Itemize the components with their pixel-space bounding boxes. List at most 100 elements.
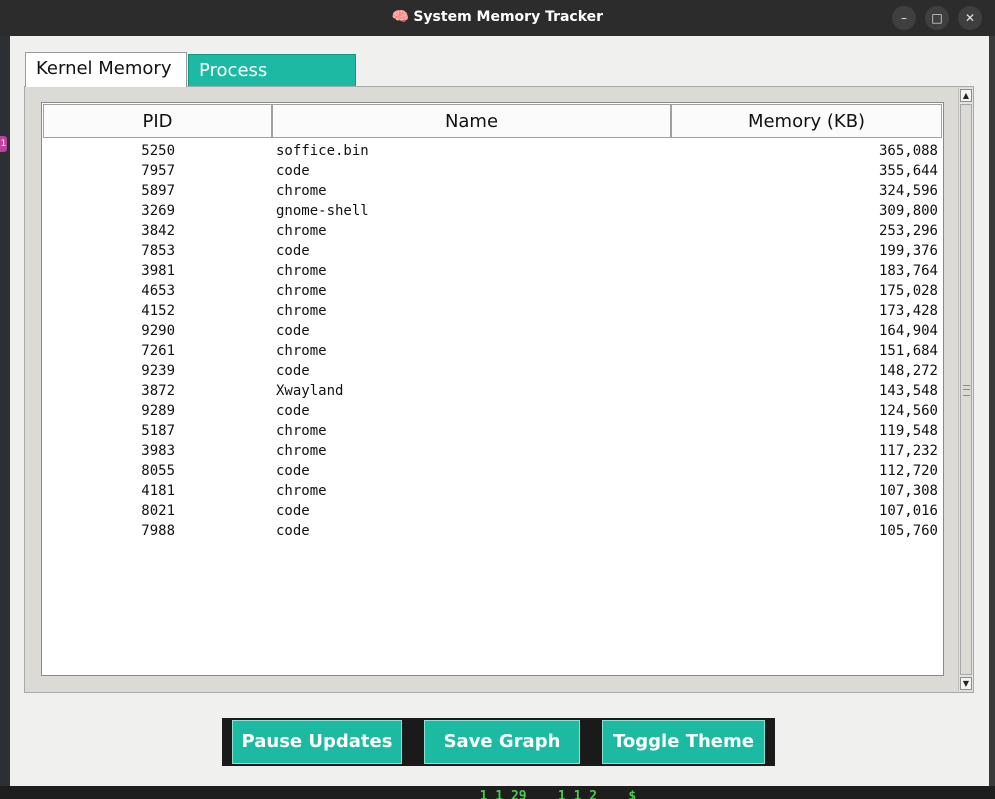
cell-memory: 117,232 (878, 443, 938, 459)
table-row[interactable]: 7853 code 199,376 (43, 241, 942, 261)
cell-memory: 355,644 (878, 163, 938, 179)
cell-pid: 5897 (141, 183, 175, 199)
terminal-background: 1 1 29 1 1 2 $ (0, 786, 995, 799)
cell-name: chrome (276, 443, 327, 459)
cell-memory: 119,548 (878, 423, 938, 439)
cell-memory: 107,308 (878, 483, 938, 499)
minimize-button[interactable]: – (892, 6, 916, 30)
tab-panel: PID Name Memory (KB) 5250 soffice.bin 365,… (24, 86, 974, 693)
cell-pid: 3269 (141, 203, 175, 219)
cell-pid: 8055 (141, 463, 175, 479)
cell-memory: 107,016 (878, 503, 938, 519)
cell-name: soffice.bin (276, 143, 369, 159)
terminal-prompt-text: 1 1 29 1 1 2 $ (464, 789, 637, 799)
cell-pid: 4152 (141, 303, 175, 319)
toggle-theme-button[interactable]: Toggle Theme (602, 720, 765, 764)
cell-pid: 3981 (141, 263, 175, 279)
cell-name: chrome (276, 263, 327, 279)
cell-name: chrome (276, 183, 327, 199)
close-button[interactable]: ✕ (958, 6, 982, 30)
cell-memory: 143,548 (878, 383, 938, 399)
cell-memory: 324,596 (878, 183, 938, 199)
cell-pid: 4653 (141, 283, 175, 299)
cell-name: code (276, 403, 310, 419)
cell-name: chrome (276, 423, 327, 439)
cell-memory: 365,088 (878, 143, 938, 159)
cell-memory: 175,028 (878, 283, 938, 299)
cell-name: chrome (276, 223, 327, 239)
table-row[interactable]: 5897 chrome 324,596 (43, 181, 942, 201)
cell-memory: 112,720 (878, 463, 938, 479)
cell-pid: 7957 (141, 163, 175, 179)
table-row[interactable]: 7957 code 355,644 (43, 161, 942, 181)
window-title-text: System Memory Tracker (413, 9, 604, 25)
cell-name: chrome (276, 343, 327, 359)
table-row[interactable]: 3983 chrome 117,232 (43, 441, 942, 461)
cell-name: code (276, 523, 310, 539)
cell-pid: 9290 (141, 323, 175, 339)
table-row[interactable]: 9289 code 124,560 (43, 401, 942, 421)
cell-pid: 8021 (141, 503, 175, 519)
save-graph-button[interactable]: Save Graph (424, 720, 580, 764)
vertical-scrollbar[interactable]: ▲ ▼ (958, 88, 973, 691)
pause-updates-button[interactable]: Pause Updates (232, 720, 402, 764)
cell-pid: 5250 (141, 143, 175, 159)
table-row[interactable]: 9239 code 148,272 (43, 361, 942, 381)
cell-name: code (276, 363, 310, 379)
brain-icon: 🧠 (391, 9, 410, 25)
cell-name: code (276, 243, 310, 259)
table-row[interactable]: 3981 chrome 183,764 (43, 261, 942, 281)
app-window: Kernel Memory Process Memory PID Name Me… (10, 36, 989, 786)
cell-pid: 3983 (141, 443, 175, 459)
cell-pid: 7988 (141, 523, 175, 539)
desktop-background-right (989, 36, 995, 799)
cell-pid: 9239 (141, 363, 175, 379)
cell-pid: 3872 (141, 383, 175, 399)
scrollbar-thumb[interactable] (960, 104, 972, 675)
table-row[interactable]: 4653 chrome 175,028 (43, 281, 942, 301)
cell-pid: 7261 (141, 343, 175, 359)
grip-icon (963, 385, 970, 396)
table-body: 5250 soffice.bin 365,088 7957 code 355,644 589… (43, 141, 942, 541)
column-header-pid[interactable]: PID (43, 104, 272, 138)
cell-name: code (276, 463, 310, 479)
cell-memory: 199,376 (878, 243, 938, 259)
table-row[interactable]: 7261 chrome 151,684 (43, 341, 942, 361)
cell-name: chrome (276, 283, 327, 299)
cell-name: code (276, 323, 310, 339)
tab-kernel-memory[interactable]: Kernel Memory (25, 52, 187, 87)
table-row[interactable]: 4181 chrome 107,308 (43, 481, 942, 501)
cell-name: Xwayland (276, 383, 344, 399)
cell-pid: 4181 (141, 483, 175, 499)
table-row[interactable]: 3269 gnome-shell 309,800 (43, 201, 942, 221)
cell-name: gnome-shell (276, 203, 369, 219)
table-row[interactable]: 5187 chrome 119,548 (43, 421, 942, 441)
cell-name: chrome (276, 303, 327, 319)
table-row[interactable]: 4152 chrome 173,428 (43, 301, 942, 321)
table-row[interactable]: 8055 code 112,720 (43, 461, 942, 481)
column-header-memory[interactable]: Memory (KB) (671, 104, 942, 138)
cell-memory: 164,904 (878, 323, 938, 339)
window-titlebar[interactable]: 🧠 System Memory Tracker – □ ✕ (0, 0, 995, 36)
tab-process-memory[interactable]: Process Memory (188, 54, 356, 113)
maximize-button[interactable]: □ (925, 6, 949, 30)
cell-memory: 105,760 (878, 523, 938, 539)
cell-memory: 148,272 (878, 363, 938, 379)
cell-memory: 253,296 (878, 223, 938, 239)
table-row[interactable]: 3842 chrome 253,296 (43, 221, 942, 241)
table-row[interactable]: 8021 code 107,016 (43, 501, 942, 521)
table-row[interactable]: 5250 soffice.bin 365,088 (43, 141, 942, 161)
table-row[interactable]: 9290 code 164,904 (43, 321, 942, 341)
table-header: PID Name Memory (KB) (43, 104, 942, 138)
scroll-up-icon[interactable]: ▲ (960, 89, 972, 102)
table-row[interactable]: 7988 code 105,760 (43, 521, 942, 541)
table-row[interactable]: 3872 Xwayland 143,548 (43, 381, 942, 401)
cell-name: code (276, 503, 310, 519)
cell-memory: 151,684 (878, 343, 938, 359)
cell-name: code (276, 163, 310, 179)
action-bar: Pause Updates Save Graph Toggle Theme (222, 718, 775, 766)
column-header-name[interactable]: Name (272, 104, 671, 138)
cell-memory: 183,764 (878, 263, 938, 279)
process-table[interactable]: PID Name Memory (KB) 5250 soffice.bin 365,… (41, 102, 944, 676)
scroll-down-icon[interactable]: ▼ (960, 677, 972, 690)
